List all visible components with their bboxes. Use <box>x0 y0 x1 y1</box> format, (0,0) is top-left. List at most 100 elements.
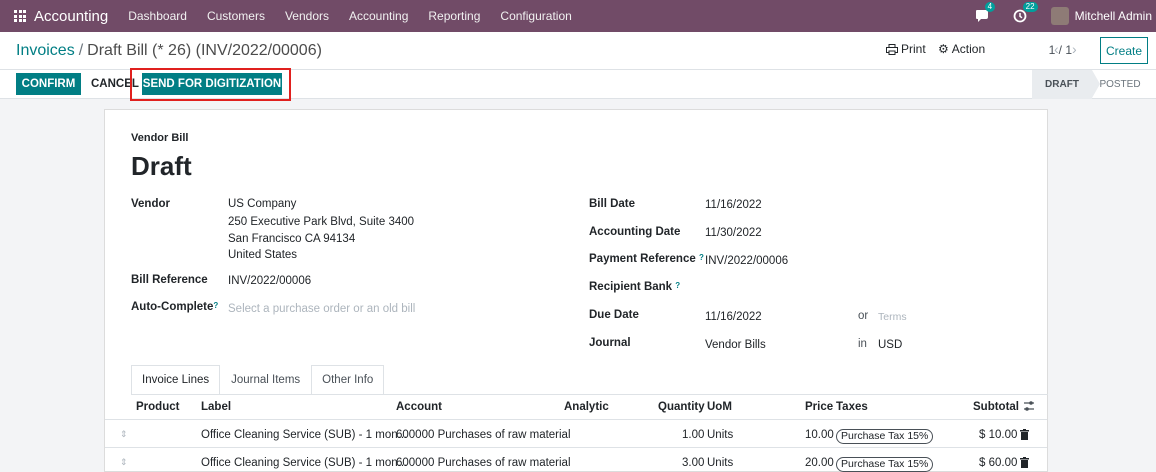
user-avatar[interactable] <box>1050 7 1069 25</box>
activity-count-badge: 22 <box>1022 2 1038 12</box>
column-price[interactable]: Price <box>805 401 833 413</box>
column-uom[interactable]: UoM <box>707 401 732 413</box>
recipient-bank-label: Recipient Bank ? <box>589 281 680 293</box>
bill-date-field[interactable]: 11/16/2022 <box>705 199 762 211</box>
accounting-date-label: Accounting Date <box>589 226 681 238</box>
user-menu[interactable]: Mitchell Admin <box>1075 9 1152 23</box>
line-account[interactable]: 600000 Purchases of raw material <box>396 429 571 441</box>
due-date-label: Due Date <box>589 309 639 321</box>
trash-icon[interactable] <box>1020 457 1029 471</box>
help-tooltip-icon[interactable]: ? <box>213 301 218 310</box>
menu-accounting[interactable]: Accounting <box>349 9 408 23</box>
print-button[interactable]: Print <box>886 42 926 56</box>
payment-reference-field[interactable]: INV/2022/00006 <box>705 255 788 267</box>
line-quantity[interactable]: 3.00 <box>682 457 704 469</box>
print-label: Print <box>901 42 926 56</box>
menu-vendors[interactable]: Vendors <box>285 9 329 23</box>
auto-complete-label-text: Auto-Complete <box>131 301 214 313</box>
auto-complete-field[interactable]: Select a purchase order or an old bill <box>228 303 415 315</box>
line-account[interactable]: 600000 Purchases of raw material <box>396 457 571 469</box>
breadcrumb: Invoices / Draft Bill (* 26) (INV/2022/000… <box>16 42 322 60</box>
apps-menu-icon[interactable] <box>14 10 26 22</box>
vendor-address-line-3: United States <box>228 249 298 261</box>
due-date-field[interactable]: 11/16/2022 <box>705 311 762 323</box>
breadcrumb-invoices[interactable]: Invoices <box>16 42 75 59</box>
print-icon <box>886 43 898 55</box>
tab-other-info[interactable]: Other Info <box>311 365 385 395</box>
line-label[interactable]: Office Cleaning Service (SUB) - 1 mon... <box>201 457 407 469</box>
tax-tag[interactable]: Purchase Tax 15% <box>836 457 934 472</box>
in-text: in <box>858 338 867 350</box>
column-taxes[interactable]: Taxes <box>836 401 868 413</box>
line-subtotal: $ 10.00 <box>979 429 1018 441</box>
column-subtotal[interactable]: Subtotal <box>973 401 1019 413</box>
confirm-button[interactable]: CONFIRM <box>16 73 81 95</box>
document-type: Vendor Bill <box>131 132 189 144</box>
or-text: or <box>858 310 869 322</box>
menu-customers[interactable]: Customers <box>207 9 265 23</box>
tab-journal-items[interactable]: Journal Items <box>220 365 311 395</box>
drag-handle-icon[interactable]: ⇕ <box>120 457 128 468</box>
column-label[interactable]: Label <box>201 401 231 413</box>
breadcrumb-current: Draft Bill (* 26) (INV/2022/00006) <box>87 42 322 59</box>
gear-icon: ⚙ <box>938 42 949 56</box>
bill-reference-field[interactable]: INV/2022/00006 <box>228 275 311 287</box>
column-analytic[interactable]: Analytic <box>564 401 609 413</box>
recipient-bank-label-text: Recipient Bank <box>589 281 673 293</box>
line-price[interactable]: 20.00 <box>805 457 834 469</box>
highlight-annotation-box <box>130 68 291 101</box>
stage-posted[interactable]: POSTED <box>1092 70 1148 99</box>
accounting-date-field[interactable]: 11/30/2022 <box>705 227 762 239</box>
control-panel: Invoices / Draft Bill (* 26) (INV/2022/000… <box>0 32 1156 70</box>
tax-tag[interactable]: Purchase Tax 15% <box>836 429 934 444</box>
help-tooltip-icon[interactable]: ? <box>675 281 680 290</box>
row-divider <box>105 447 1047 448</box>
document-title: Draft <box>131 151 192 181</box>
line-uom[interactable]: Units <box>707 429 733 441</box>
payment-reference-label-text: Payment Reference <box>589 253 696 265</box>
activity-clock-icon[interactable]: 22 <box>1013 2 1038 23</box>
line-label[interactable]: Office Cleaning Service (SUB) - 1 mon... <box>201 429 407 441</box>
bill-reference-label: Bill Reference <box>131 274 208 286</box>
app-brand[interactable]: Accounting <box>34 8 108 25</box>
header-divider <box>105 419 1047 420</box>
auto-complete-label: Auto-Complete? <box>131 301 218 313</box>
chat-icon[interactable]: 4 <box>975 2 996 23</box>
breadcrumb-separator: / <box>78 42 84 59</box>
vendor-label: Vendor <box>131 198 170 210</box>
menu-dashboard[interactable]: Dashboard <box>128 9 187 23</box>
form-sheet: Vendor Bill Draft Vendor US Company 250 … <box>104 109 1048 472</box>
bill-date-label: Bill Date <box>589 198 636 210</box>
line-quantity[interactable]: 1.00 <box>682 429 704 441</box>
journal-field[interactable]: Vendor Bills <box>705 339 766 351</box>
line-price[interactable]: 10.00 <box>805 429 834 441</box>
column-product[interactable]: Product <box>136 401 179 413</box>
journal-label: Journal <box>589 337 631 349</box>
column-account[interactable]: Account <box>396 401 442 413</box>
vendor-name[interactable]: US Company <box>228 198 296 210</box>
currency-field[interactable]: USD <box>878 339 902 351</box>
tab-invoice-lines[interactable]: Invoice Lines <box>131 365 221 395</box>
trash-icon[interactable] <box>1020 429 1029 443</box>
notebook-tabs: Invoice Lines Journal Items Other Info <box>131 365 385 395</box>
chat-count-badge: 4 <box>984 2 996 12</box>
optional-columns-toggle-icon[interactable] <box>1023 400 1035 415</box>
top-navbar: Accounting Dashboard Customers Vendors A… <box>0 0 1156 32</box>
menu-configuration[interactable]: Configuration <box>500 9 571 23</box>
column-quantity[interactable]: Quantity <box>658 401 705 413</box>
create-button[interactable]: Create <box>1100 37 1148 64</box>
payment-terms-field[interactable]: Terms <box>878 311 907 323</box>
menu-reporting[interactable]: Reporting <box>428 9 480 23</box>
stage-draft[interactable]: DRAFT <box>1032 70 1100 99</box>
vendor-address-line-1: 250 Executive Park Blvd, Suite 3400 <box>228 216 415 228</box>
pager-next-icon[interactable]: › <box>1072 41 1077 57</box>
action-button[interactable]: ⚙ Action <box>938 42 985 56</box>
line-uom[interactable]: Units <box>707 457 733 469</box>
action-label: Action <box>951 42 986 56</box>
pager-value[interactable]: 1 / 1 <box>1049 43 1072 57</box>
help-tooltip-icon[interactable]: ? <box>699 253 704 262</box>
tabs-divider <box>131 394 1048 395</box>
pager-previous-icon[interactable]: ‹ <box>1054 41 1059 57</box>
payment-reference-label: Payment Reference ? <box>589 253 704 265</box>
drag-handle-icon[interactable]: ⇕ <box>120 429 128 440</box>
